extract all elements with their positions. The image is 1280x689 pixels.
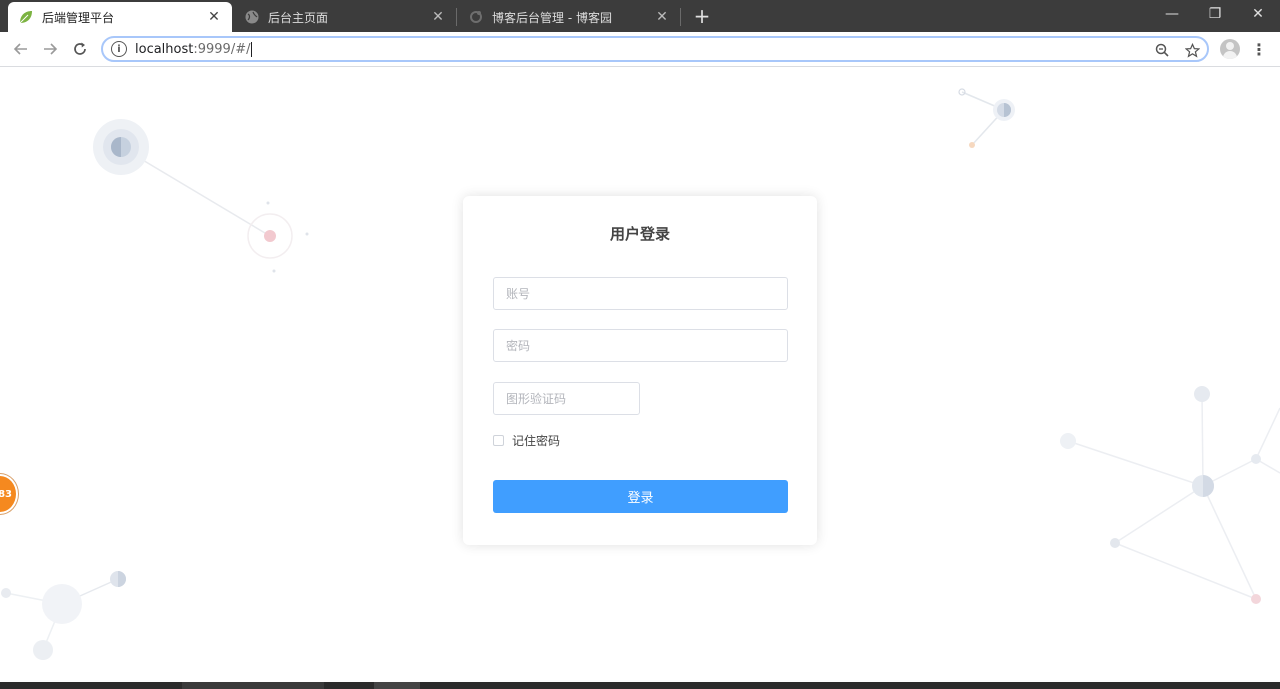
cnblogs-icon [468,9,484,25]
address-rest: :9999/#/ [193,41,251,57]
zoom-icon[interactable] [1153,41,1171,59]
close-icon[interactable]: ✕ [430,9,446,25]
globe-icon [244,9,260,25]
browser-toolbar: i localhost:9999/#/ ⋮ [0,32,1280,67]
forward-button[interactable] [38,37,62,61]
remember-password-label: 记住密码 [512,434,561,448]
address-url: localhost:9999/#/ [135,41,253,57]
close-icon[interactable]: ✕ [206,9,222,25]
more-menu-icon[interactable]: ⋮ [1249,39,1269,59]
close-window-button[interactable]: ✕ [1236,0,1280,28]
tab-title: 后端管理平台 [42,10,115,25]
page-content: 用户登录 记住密码 登录 83 [0,68,1280,682]
checkbox-box[interactable] [493,435,504,446]
reload-icon [74,42,86,55]
tab-cnblogs[interactable]: 博客后台管理 - 博客园 ✕ [458,2,680,32]
os-taskbar [0,682,1280,689]
tab-title: 博客后台管理 - 博客园 [492,10,612,25]
remember-password-checkbox[interactable]: 记住密码 [493,432,560,449]
tab-strip: 后端管理平台 ✕ 后台主页面 ✕ 博客后台管理 - 博客园 ✕ + — ❐ ✕ [0,0,1280,32]
star-icon[interactable] [1183,41,1201,59]
profile-avatar-icon[interactable] [1220,39,1240,59]
address-host: localhost [135,41,194,57]
tab-separator [456,8,457,26]
arrow-right-icon [44,43,58,55]
password-input[interactable] [493,329,788,362]
reload-button[interactable] [68,37,92,61]
tab-backend-admin[interactable]: 后端管理平台 ✕ [8,2,232,32]
tab-separator [680,8,681,26]
leaf-icon [18,9,34,25]
taskbar-item[interactable] [374,682,420,689]
info-icon[interactable]: i [111,41,127,57]
tab-title: 后台主页面 [268,10,329,25]
tab-admin-home[interactable]: 后台主页面 ✕ [234,2,456,32]
address-bar[interactable]: i localhost:9999/#/ [101,36,1209,62]
new-tab-button[interactable]: + [690,4,714,28]
login-card: 用户登录 记住密码 登录 [463,196,817,545]
taskbar-item[interactable] [182,682,324,689]
login-title: 用户登录 [609,225,670,243]
text-caret [251,41,253,57]
close-icon[interactable]: ✕ [654,9,670,25]
restore-button[interactable]: ❐ [1193,0,1237,28]
account-input[interactable] [493,277,788,310]
minimize-button[interactable]: — [1150,0,1194,28]
arrow-left-icon [13,43,27,55]
back-button[interactable] [9,37,33,61]
login-button[interactable]: 登录 [493,480,788,513]
captcha-input[interactable] [493,382,640,415]
